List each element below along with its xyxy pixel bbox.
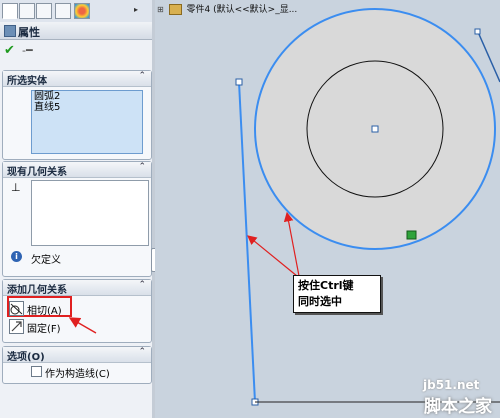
line-endpoint-top[interactable]: [235, 78, 243, 86]
manager-tab-bar: ▸: [0, 0, 152, 23]
options-group: 选项(O) ⌃ 作为构造线(C): [2, 346, 152, 384]
property-manager-panel: ▸ 属性 ✔ -━ 所选实体 ⌃ 圆弧2 直线5 现有几何关系 ⌃ ⊥ i 欠定…: [0, 0, 153, 418]
collapse-chevron-icon[interactable]: ⌃: [138, 162, 146, 172]
collapse-chevron-icon[interactable]: ⌃: [138, 347, 146, 357]
watermark-site: jb51.net: [423, 378, 480, 392]
info-icon: i: [11, 251, 22, 262]
perpendicular-relation-icon: ⊥: [11, 181, 21, 194]
callout-line-2: 同时选中: [298, 295, 342, 308]
existing-relations-list[interactable]: [31, 180, 149, 246]
ok-check-icon[interactable]: ✔: [4, 43, 15, 58]
property-manager-header: 属性: [0, 22, 152, 40]
fix-relation-icon[interactable]: [9, 319, 24, 334]
part-icon: [168, 4, 182, 15]
definition-status: 欠定义: [31, 255, 61, 266]
options-title: 选项(O): [7, 352, 45, 363]
tangent-relation-button[interactable]: 相切(A): [27, 302, 62, 317]
construction-checkbox[interactable]: [31, 366, 42, 377]
right-line-endpoint[interactable]: [474, 28, 481, 35]
callout-line-1: 按住Ctrl键: [298, 279, 354, 292]
collapse-chevron-icon[interactable]: ⌃: [138, 71, 146, 81]
expand-icon[interactable]: ⊞: [157, 5, 164, 14]
property-manager-title: 属性: [18, 26, 40, 39]
graphics-area[interactable]: [155, 0, 500, 418]
properties-icon: [4, 25, 16, 37]
list-item[interactable]: 圆弧2: [32, 91, 142, 102]
configuration-manager-tab[interactable]: [36, 3, 52, 19]
tab-scroll-right-icon[interactable]: ▸: [134, 5, 138, 14]
dimxpert-manager-tab[interactable]: [55, 3, 71, 19]
list-item[interactable]: 直线5: [32, 102, 142, 113]
selected-entities-header[interactable]: 所选实体 ⌃: [3, 71, 151, 87]
fix-relation-button[interactable]: 固定(F): [27, 320, 61, 335]
existing-relations-group: 现有几何关系 ⌃ ⊥ i 欠定义: [2, 161, 152, 277]
watermark-name: 脚本之家: [424, 397, 492, 417]
annotation-callout: 按住Ctrl键 同时选中: [293, 275, 381, 313]
pushpin-icon[interactable]: -━: [22, 44, 33, 57]
center-point[interactable]: [371, 125, 379, 133]
config-name: (默认<<默认>_显...: [213, 5, 298, 15]
part-name[interactable]: 零件4: [186, 5, 210, 15]
existing-relations-title: 现有几何关系: [7, 167, 67, 178]
collapse-chevron-icon[interactable]: ⌃: [138, 280, 146, 290]
feature-manager-tab[interactable]: [2, 3, 18, 19]
existing-relations-header[interactable]: 现有几何关系 ⌃: [3, 162, 151, 178]
property-manager-tab[interactable]: [19, 3, 35, 19]
construction-checkbox-label[interactable]: 作为构造线(C): [45, 365, 110, 380]
relation-glyph-icon[interactable]: [406, 230, 417, 240]
add-relations-title: 添加几何关系: [7, 285, 67, 296]
add-relations-header[interactable]: 添加几何关系 ⌃: [3, 280, 151, 296]
tangent-relation-icon[interactable]: [9, 301, 24, 316]
options-header[interactable]: 选项(O) ⌃: [3, 347, 151, 363]
selected-entities-list[interactable]: 圆弧2 直线5: [31, 90, 143, 154]
selected-entities-group: 所选实体 ⌃ 圆弧2 直线5: [2, 70, 152, 160]
add-relations-group: 添加几何关系 ⌃ 相切(A) 固定(F): [2, 279, 152, 343]
confirm-row: ✔ -━: [0, 43, 152, 61]
selected-entities-title: 所选实体: [7, 76, 47, 87]
display-manager-tab[interactable]: [74, 3, 90, 19]
feature-tree-flyout[interactable]: ⊞ 零件4 (默认<<默认>_显...: [157, 2, 297, 15]
